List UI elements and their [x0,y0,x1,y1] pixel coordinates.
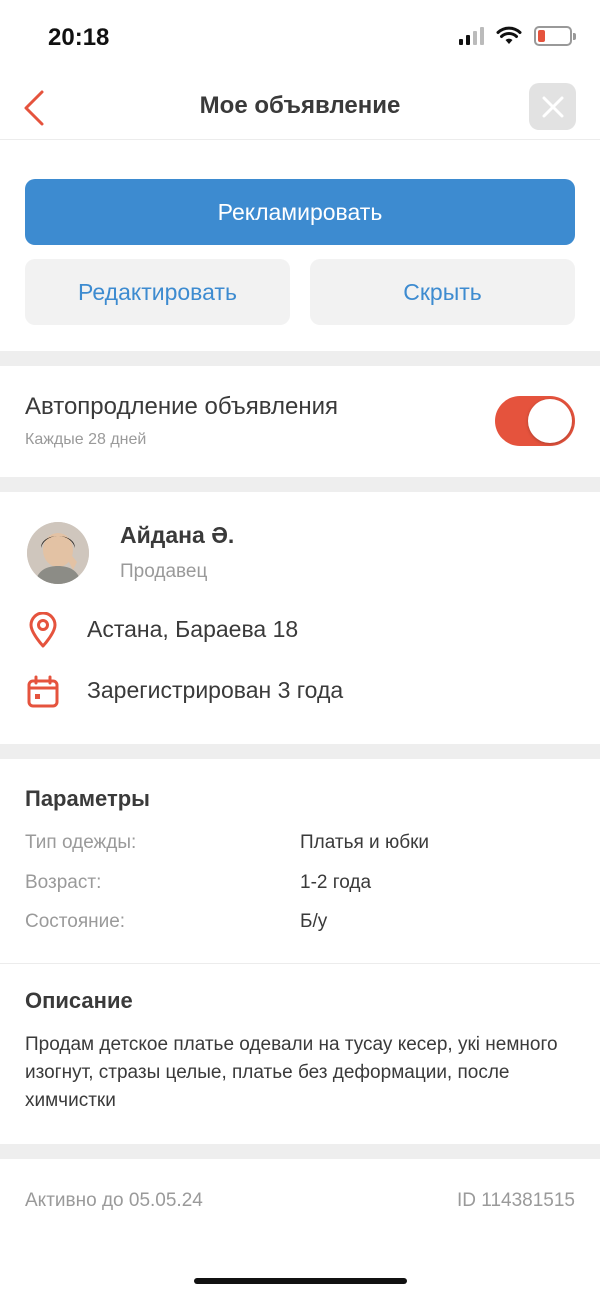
avatar[interactable] [27,522,89,584]
seller-name: Айдана Ә. [120,522,235,548]
section-divider [0,351,600,366]
param-label: Тип одежды: [25,832,137,853]
seller-location: Астана, Бараева 18 [87,616,299,642]
nav-bar: Мое объявление [0,76,600,140]
seller-photo [27,522,89,584]
status-bar: 20:18 [0,0,600,76]
seller-registered: Зарегистрирован 3 года [87,677,344,703]
promote-button[interactable]: Рекламировать [25,179,575,245]
edit-button[interactable]: Редактировать [25,259,290,325]
parameters-title: Параметры [25,786,150,811]
section-divider [0,477,600,492]
toggle-knob [528,399,572,443]
page-title: Мое объявление [199,92,401,119]
wifi-icon [496,26,522,44]
section-divider [0,744,600,759]
param-value: Б/у [300,911,328,932]
close-icon [542,96,563,117]
cellular-signal-icon [459,27,484,45]
battery-icon [534,26,576,46]
param-value: 1-2 года [300,872,372,893]
param-value: Платья и юбки [300,832,430,853]
home-indicator [194,1278,407,1284]
section-divider [0,1144,600,1159]
description-text: Продам детское платье одевали на тусау к… [25,1034,558,1111]
active-until: Активно до 05.05.24 [25,1190,203,1211]
param-label: Состояние: [25,911,126,932]
autorenew-subtitle: Каждые 28 дней [25,431,147,448]
status-time: 20:18 [48,24,110,51]
autorenew-toggle[interactable] [495,396,575,446]
divider [0,963,600,964]
seller-role: Продавец [120,561,208,582]
location-pin-icon [25,612,61,648]
hide-button[interactable]: Скрыть [310,259,575,325]
calendar-icon [25,674,61,710]
autorenew-title: Автопродление объявления [25,393,338,420]
listing-id: ID 114381515 [457,1190,575,1211]
param-label: Возраст: [25,872,102,893]
description-title: Описание [25,988,133,1013]
close-button[interactable] [529,83,576,130]
status-icons [459,26,576,46]
